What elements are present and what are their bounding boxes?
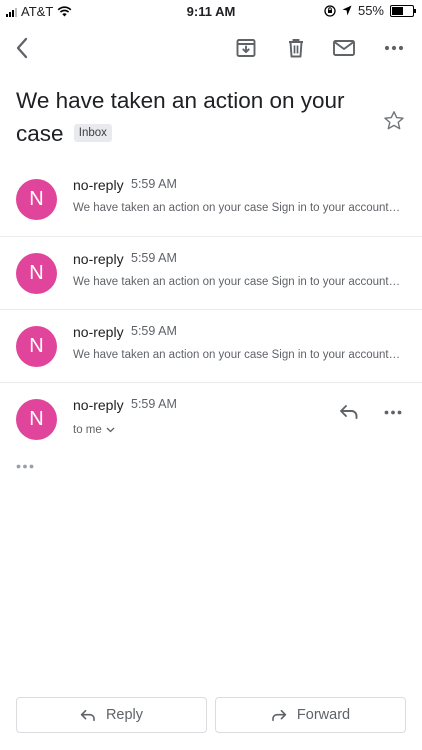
archive-icon: [236, 39, 256, 57]
ellipsis-icon: [16, 464, 34, 468]
location-icon: [342, 5, 352, 16]
back-button[interactable]: [8, 34, 36, 62]
message-time: 5:59 AM: [131, 177, 177, 191]
expanded-message-header: N no-reply 5:59 AM to me: [0, 383, 422, 463]
battery-icon: [390, 4, 416, 17]
mark-unread-button[interactable]: [330, 34, 358, 62]
inbox-label-badge[interactable]: Inbox: [73, 124, 112, 142]
more-horizontal-icon: [384, 45, 404, 51]
sender-name: no-reply: [73, 177, 124, 193]
rotation-lock-icon: [324, 4, 336, 17]
avatar: N: [16, 179, 57, 220]
subject-text: We have taken an action on your case: [16, 88, 345, 146]
status-right: 55%: [324, 3, 416, 18]
status-bar: AT&T 9:11 AM 55%: [0, 0, 422, 22]
delete-button[interactable]: [282, 34, 310, 62]
star-icon: [384, 111, 404, 130]
message-snippet: We have taken an action on your case Sig…: [73, 349, 403, 361]
message-time: 5:59 AM: [131, 251, 177, 265]
forward-icon: [272, 709, 287, 721]
star-button[interactable]: [383, 110, 405, 136]
chevron-down-icon: [106, 427, 115, 433]
message-time: 5:59 AM: [131, 397, 177, 411]
message-snippet: We have taken an action on your case Sig…: [73, 202, 403, 214]
forward-button[interactable]: Forward: [215, 697, 406, 733]
reply-icon: [340, 405, 358, 419]
reply-icon: [80, 709, 95, 721]
trash-icon: [289, 39, 303, 58]
email-subject: We have taken an action on your case Inb…: [16, 84, 361, 150]
avatar: N: [16, 326, 57, 367]
avatar: N: [16, 253, 57, 294]
reply-button[interactable]: Reply: [16, 697, 207, 733]
reply-icon-button[interactable]: [336, 399, 362, 425]
message-item[interactable]: N no-reply 5:59 AM We have taken an acti…: [0, 310, 422, 383]
more-button[interactable]: [380, 34, 408, 62]
reply-label: Reply: [105, 707, 144, 723]
message-more-button[interactable]: [380, 399, 406, 425]
battery-percent: 55%: [357, 3, 384, 18]
recipient-details-toggle[interactable]: to me: [73, 424, 115, 436]
sender-name: no-reply: [73, 324, 124, 340]
archive-button[interactable]: [232, 34, 260, 62]
battery-fill: [392, 6, 403, 15]
recipient-text: to me: [73, 424, 102, 436]
sender-name: no-reply: [73, 397, 124, 413]
chevron-left-icon: [16, 37, 28, 59]
show-trimmed-content-button[interactable]: [16, 461, 38, 471]
sender-name: no-reply: [73, 251, 124, 267]
message-snippet: We have taken an action on your case Sig…: [73, 276, 403, 288]
more-horizontal-icon: [384, 410, 402, 414]
forward-label: Forward: [296, 707, 351, 723]
mail-icon: [333, 40, 355, 56]
avatar: N: [16, 399, 57, 440]
message-item[interactable]: N no-reply 5:59 AM We have taken an acti…: [0, 163, 422, 236]
message-item[interactable]: N no-reply 5:59 AM We have taken an acti…: [0, 237, 422, 310]
message-time: 5:59 AM: [131, 324, 177, 338]
